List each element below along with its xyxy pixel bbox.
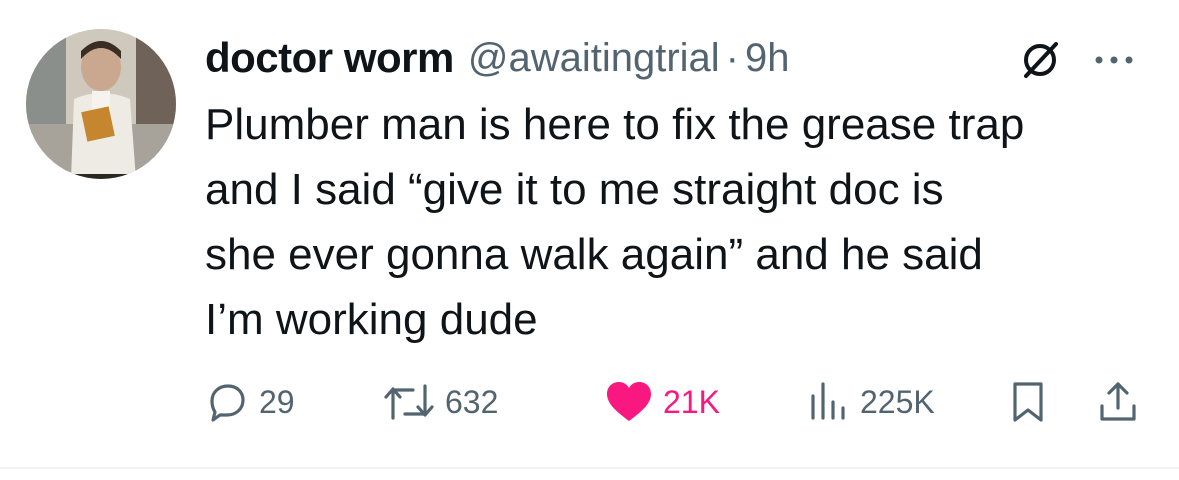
avatar-image: [26, 29, 176, 179]
tweet-text-line: Plumber man is here to fix the grease tr…: [205, 100, 1025, 149]
share-icon: [1100, 382, 1136, 421]
repost-button[interactable]: 632: [383, 372, 498, 432]
reply-icon: [210, 384, 245, 422]
user-handle[interactable]: @awaitingtrial: [468, 36, 720, 81]
views-count: 225K: [860, 383, 935, 420]
more-icon[interactable]: [1092, 50, 1136, 70]
action-bar: 29 632 21K 225K: [0, 372, 1179, 432]
strikethrough-circle-icon: [1024, 42, 1058, 78]
share-button[interactable]: [1096, 372, 1140, 432]
tweet-text-line: and I said “give it to me straight doc i…: [205, 165, 944, 214]
views-icon: [811, 382, 845, 420]
like-count: 21K: [663, 383, 720, 420]
timestamp[interactable]: 9h: [745, 36, 790, 81]
bookmark-button[interactable]: [1010, 372, 1046, 432]
like-button[interactable]: 21K: [605, 372, 720, 432]
reply-count: 29: [259, 383, 295, 420]
tweet-text: Plumber man is here to fix the grease tr…: [205, 92, 1165, 352]
repost-icon: [384, 384, 434, 420]
bookmark-icon: [1013, 382, 1043, 422]
tweet-text-line: she ever gonna walk again” and he said: [205, 230, 983, 279]
display-name[interactable]: doctor worm: [205, 34, 454, 82]
heart-icon: [607, 382, 651, 421]
repost-count: 632: [445, 383, 499, 420]
tweet-text-line: I’m working dude: [205, 295, 538, 344]
divider: [0, 467, 1179, 469]
tweet-header: doctor worm @awaitingtrial · 9h: [205, 28, 790, 88]
reply-button[interactable]: 29: [205, 372, 295, 432]
views-button[interactable]: 225K: [806, 372, 935, 432]
separator-dot: ·: [725, 35, 739, 80]
avatar[interactable]: [26, 29, 176, 179]
